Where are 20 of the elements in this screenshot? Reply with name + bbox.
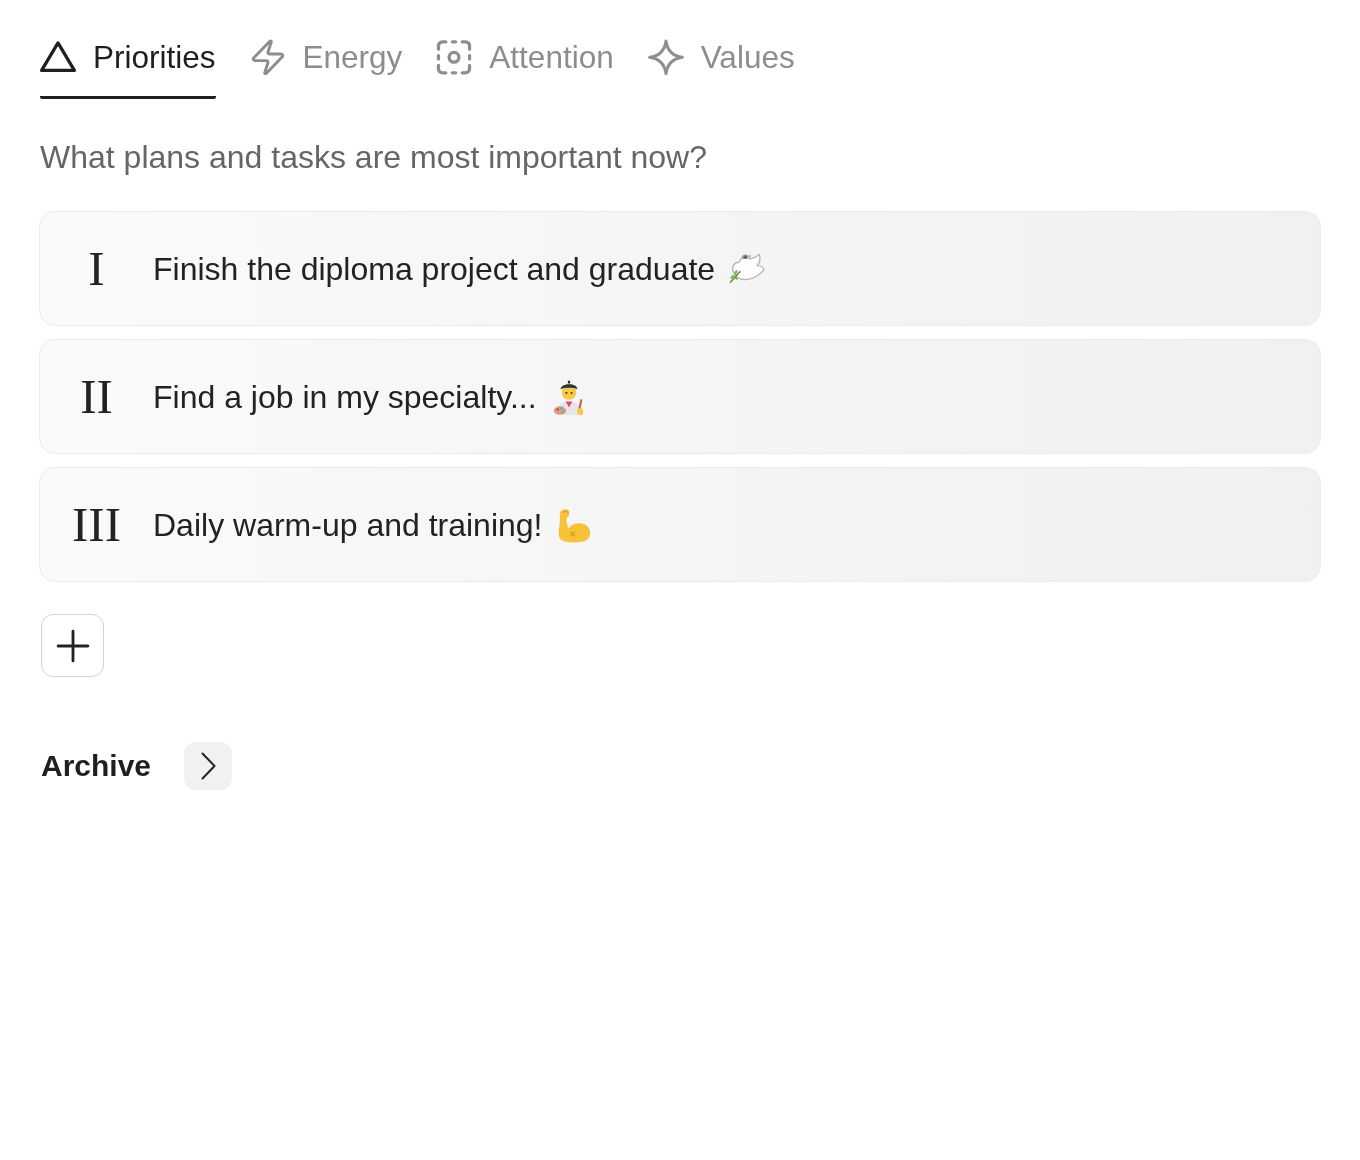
- priority-numeral: II: [79, 369, 114, 424]
- plus-icon: [55, 628, 90, 663]
- priority-card[interactable]: II Find a job in my specialty...: [39, 339, 1321, 454]
- priority-text: Finish the diploma project and graduate: [153, 249, 716, 288]
- triangle-icon: [40, 39, 76, 75]
- priority-card[interactable]: III Daily warm-up and training!: [39, 467, 1321, 582]
- flexed-arm-icon: [556, 506, 593, 543]
- sparkle-icon: [647, 39, 684, 75]
- focus-frame-icon: [436, 39, 473, 75]
- priority-numeral: I: [87, 241, 106, 296]
- archive-heading: Archive: [41, 748, 152, 784]
- lightning-bolt-icon: [249, 39, 286, 75]
- priority-text: Find a job in my specialty...: [153, 377, 537, 416]
- priority-text: Daily warm-up and training!: [153, 505, 543, 544]
- prompt-text: What plans and tasks are most important now?: [40, 139, 708, 175]
- priority-numeral: III: [71, 497, 122, 552]
- add-button[interactable]: [41, 614, 104, 677]
- tab[interactable]: Priorities: [40, 0, 216, 99]
- expand-button[interactable]: [184, 742, 233, 790]
- priority-card[interactable]: I Finish the diploma project and graduate: [39, 211, 1321, 326]
